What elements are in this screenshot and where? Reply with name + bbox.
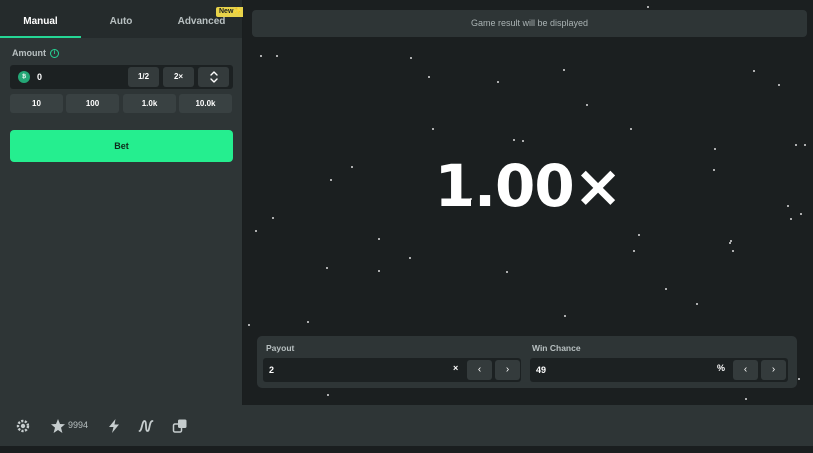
star-dot [798,378,800,380]
star-dot [633,250,635,252]
star-dot [255,230,257,232]
payout-unit: × [453,363,459,373]
star-dot [586,104,588,106]
star-dot [778,84,780,86]
star-dot [696,303,698,305]
star-dot [630,128,632,130]
win-chance-input[interactable] [536,363,656,377]
star-dot [647,6,649,8]
star-dot [753,70,755,72]
amount-label: Amount i [12,48,59,58]
star-dot [260,55,262,57]
payout-label: Payout [266,343,295,353]
game-area: Game result will be displayed 1.00× Payo… [243,0,813,405]
graph-icon[interactable] [138,418,154,434]
lightning-icon[interactable] [106,418,122,434]
fairness-icon[interactable] [172,418,188,434]
tab-manual[interactable]: Manual [0,0,81,38]
chip-10k[interactable]: 10.0k [179,94,232,113]
win-chance-unit: % [717,363,726,373]
star-dot [804,144,806,146]
mode-tabs: Manual Auto Advanced New✨ [0,0,246,38]
chevron-up-down-icon [209,71,218,83]
amount-field: ₿ 1/2 2× [10,65,233,89]
win-chance-decrease-button[interactable]: ‹ [733,360,758,380]
star-dot [729,242,731,244]
settings-icon[interactable] [15,418,31,434]
star-dot [730,240,732,242]
star-dot [327,394,329,396]
payout-input[interactable] [269,363,389,377]
win-chance-field: % ‹ › [530,358,788,382]
star-dot [378,270,380,272]
bet-button[interactable]: Bet [10,130,233,162]
payout-increase-button[interactable]: › [495,360,520,380]
info-icon[interactable]: i [50,48,59,58]
win-chance-increase-button[interactable]: › [761,360,786,380]
win-chance-label: Win Chance [532,343,581,353]
star-dot [665,288,667,290]
payout-field: × ‹ › [263,358,521,382]
star-dot [432,128,434,130]
star-dot [638,234,640,236]
star-icon[interactable] [50,418,66,434]
chip-10[interactable]: 10 [10,94,63,113]
star-dot [522,140,524,142]
amount-label-text: Amount [12,48,46,58]
star-dot [732,250,734,252]
new-badge: New✨ [216,7,246,17]
game-controls: Payout × ‹ › Win Chance % ‹ › [257,336,797,388]
star-dot [714,148,716,150]
star-dot [513,139,515,141]
multiplier-display: 1.00× [434,152,623,220]
chip-1k[interactable]: 1.0k [123,94,176,113]
star-dot [326,267,328,269]
star-dot [276,55,278,57]
star-dot [410,57,412,59]
star-dot [564,315,566,317]
star-dot [248,324,250,326]
chip-100[interactable]: 100 [66,94,119,113]
coin-icon: ₿ [18,71,30,83]
star-dot [378,238,380,240]
tab-auto[interactable]: Auto [81,0,161,38]
star-dot [497,81,499,83]
star-dot [745,398,747,400]
star-dot [428,76,430,78]
tab-advanced[interactable]: Advanced [161,0,242,38]
bet-panel: Manual Auto Advanced New✨ Amount i ₿ 1/2… [0,0,246,405]
payout-decrease-button[interactable]: ‹ [467,360,492,380]
half-button[interactable]: 1/2 [128,67,159,87]
star-dot [795,144,797,146]
star-dot [506,271,508,273]
amount-input[interactable] [37,70,127,84]
double-button[interactable]: 2× [163,67,194,87]
star-dot [563,69,565,71]
star-dot [307,321,309,323]
star-dot [409,257,411,259]
range-toggle-button[interactable] [198,67,229,87]
result-banner: Game result will be displayed [252,10,807,37]
favorites-count: 9994 [68,420,89,430]
bottom-strip [0,446,813,453]
bottom-bar: 9994 [0,405,813,446]
